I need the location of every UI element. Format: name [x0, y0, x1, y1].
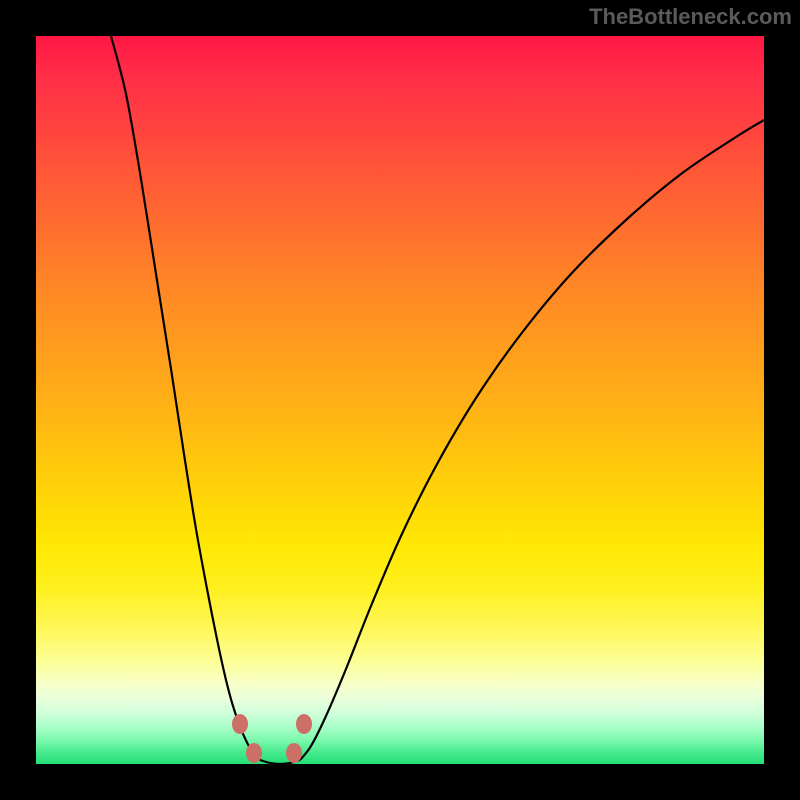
chart-plot-area	[36, 36, 764, 764]
trough-marker	[286, 743, 302, 763]
chart-svg	[36, 36, 764, 764]
trough-marker	[232, 714, 248, 734]
outer-frame: TheBottleneck.com	[0, 0, 800, 800]
curve-group	[111, 36, 764, 764]
watermark-text: TheBottleneck.com	[589, 4, 792, 30]
trough-marker	[246, 743, 262, 763]
trough-marker	[296, 714, 312, 734]
curve-right-branch	[300, 120, 764, 760]
curve-left-branch	[111, 36, 260, 760]
